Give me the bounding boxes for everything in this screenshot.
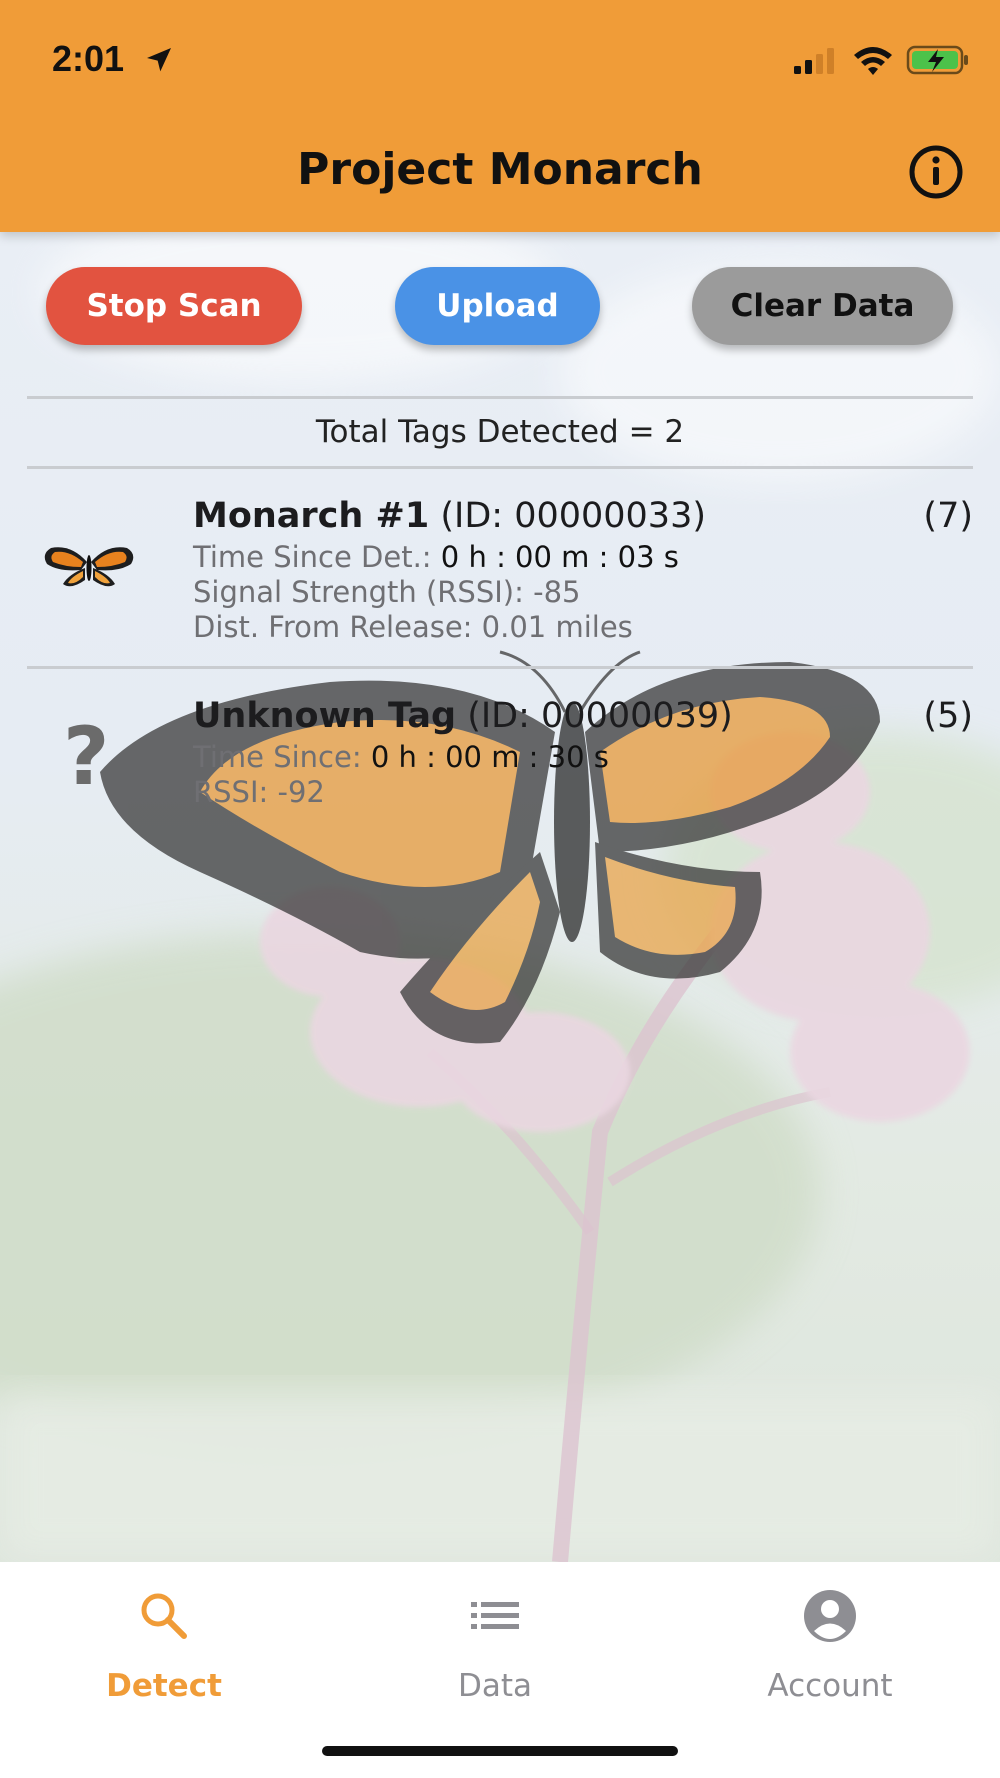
tag-title: Unknown Tag (ID: 00000039) [193,696,733,736]
question-mark-icon: ? [63,710,110,803]
list-icon [471,1602,519,1629]
tag-id: (ID: 00000033) [440,496,706,536]
time-since-detection: Time Since: 0 h : 00 m : 30 s [193,740,609,774]
time-since-value: 0 h : 00 m : 03 s [440,540,679,574]
signal-strength: RSSI: -92 [193,775,325,809]
divider [27,466,973,469]
clear-data-button[interactable]: Clear Data [692,267,953,345]
app-header: 2:01 Project Monarch [0,0,1000,232]
divider [27,396,973,399]
wifi-icon [854,47,892,75]
search-icon [141,1593,187,1639]
time-since-value: 0 h : 00 m : 30 s [370,740,609,774]
location-arrow-icon [147,48,171,72]
time-since-detection: Time Since Det.: 0 h : 00 m : 03 s [193,540,679,574]
tag-name: Unknown Tag [193,696,457,736]
time-since-label: Time Since Det.: [193,540,432,574]
distance-from-release: Dist. From Release: 0.01 miles [193,610,633,644]
stop-scan-button[interactable]: Stop Scan [46,267,302,345]
tag-name: Monarch #1 [193,496,430,536]
detection-count: (7) [923,496,973,536]
tab-label: Data [457,1668,533,1704]
tag-list-item[interactable]: ? Unknown Tag (ID: 00000039) (5) Time Si… [27,690,973,810]
tab-label: Detect [106,1668,222,1704]
tag-list-item[interactable]: Monarch #1 (ID: 00000033) (7) Time Since… [27,490,973,650]
page-title: Project Monarch [297,144,703,195]
tab-account[interactable]: Account [680,1562,980,1712]
tab-label: Account [767,1668,893,1704]
tab-detect[interactable]: Detect [14,1562,314,1712]
status-bar: 2:01 [0,0,1000,120]
status-time: 2:01 [52,38,125,79]
tag-title: Monarch #1 (ID: 00000033) [193,496,706,536]
cellular-signal-icon [794,48,834,74]
battery-charging-icon [906,45,968,75]
detection-count: (5) [923,696,973,736]
monarch-butterfly-icon [44,547,134,587]
upload-button[interactable]: Upload [395,267,600,345]
total-tags-label: Total Tags Detected = 2 [315,414,685,450]
home-indicator[interactable] [322,1746,678,1756]
tag-id: (ID: 00000039) [467,696,733,736]
info-icon[interactable] [902,144,970,200]
account-icon [804,1590,856,1642]
tab-data[interactable]: Data [345,1562,645,1712]
divider [27,666,973,669]
signal-strength: Signal Strength (RSSI): -85 [193,575,581,609]
time-since-label: Time Since: [193,740,362,774]
